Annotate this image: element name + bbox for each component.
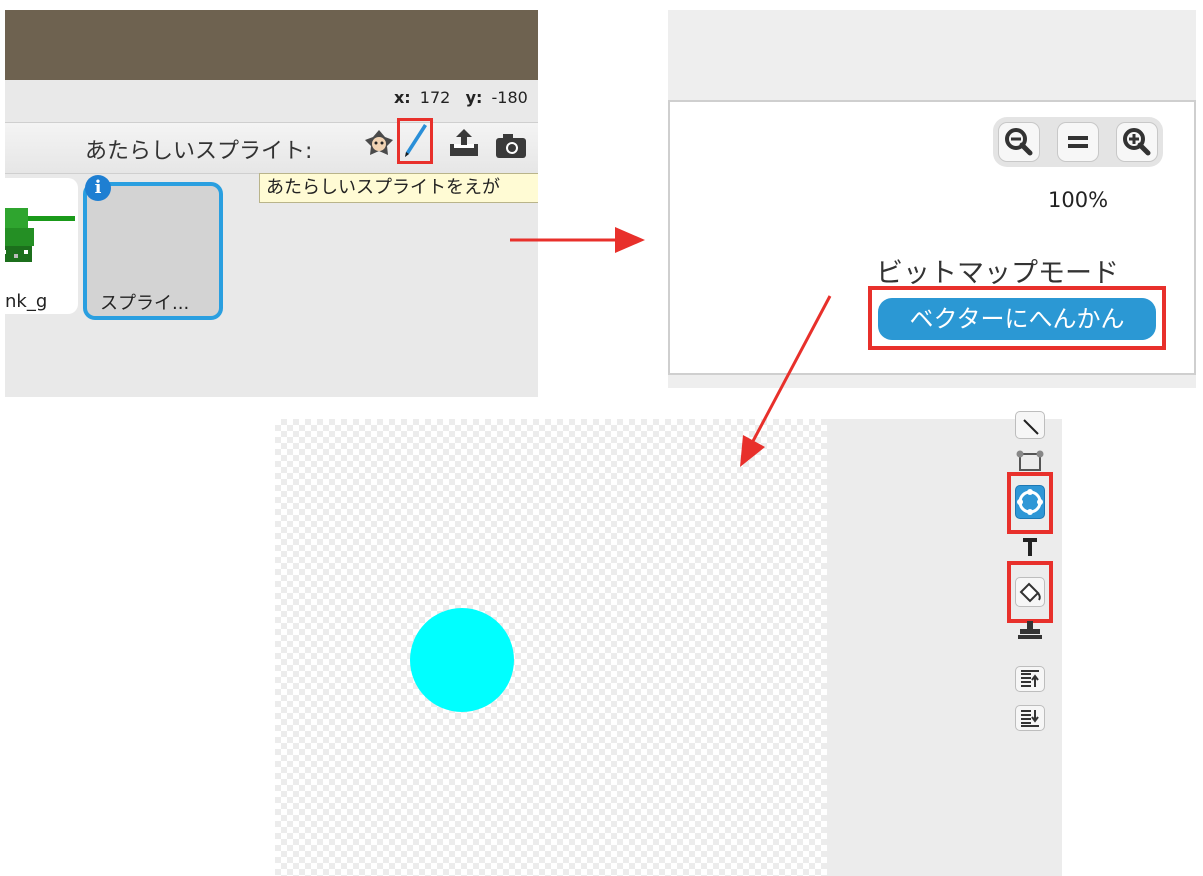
tank-sprite-image bbox=[5, 208, 75, 262]
stage-bottom-strip bbox=[5, 10, 538, 80]
y-label: y: bbox=[465, 88, 483, 107]
send-back-button[interactable] bbox=[1015, 705, 1045, 731]
rectangle-tool[interactable] bbox=[1015, 449, 1045, 473]
zoom-in-icon bbox=[1123, 128, 1151, 156]
drawing-canvas[interactable] bbox=[275, 419, 827, 876]
upload-icon[interactable] bbox=[447, 126, 481, 160]
zoom-level: 100% bbox=[1048, 188, 1109, 212]
send-back-icon bbox=[1021, 710, 1039, 727]
ellipse-tool-icon bbox=[1017, 489, 1043, 515]
sprite-pane-screenshot: x: 172 y: -180 あたらしいスプライト: あたらしいスプライトをえが bbox=[5, 10, 538, 397]
paint-brush-icon bbox=[405, 124, 427, 157]
rectangle-tool-icon bbox=[1016, 450, 1044, 471]
stamp-tool[interactable] bbox=[1015, 619, 1045, 643]
x-value: 172 bbox=[419, 88, 451, 107]
sprite-label-tank: nk_g bbox=[5, 291, 48, 312]
text-tool[interactable] bbox=[1015, 536, 1045, 558]
text-tool-icon bbox=[1023, 538, 1037, 556]
y-value: -180 bbox=[491, 88, 528, 107]
stamp-tool-icon bbox=[1018, 621, 1042, 639]
sprite-library-icon[interactable] bbox=[363, 128, 395, 160]
bitmap-mode-label: ビットマップモード bbox=[876, 258, 1119, 289]
fill-tool-icon bbox=[1019, 582, 1041, 603]
tool-panel bbox=[827, 411, 1062, 876]
x-label: x: bbox=[393, 88, 411, 107]
zoom-reset-button[interactable] bbox=[1057, 122, 1099, 162]
fill-tool[interactable] bbox=[1015, 577, 1045, 607]
bring-front-icon bbox=[1021, 670, 1039, 687]
convert-to-vector-button[interactable]: ベクターにへんかん bbox=[878, 298, 1156, 340]
mouse-coordinates: x: 172 y: -180 bbox=[5, 88, 538, 118]
tooltip: あたらしいスプライトをえが bbox=[259, 173, 538, 203]
info-icon[interactable]: i bbox=[85, 175, 111, 201]
bring-front-button[interactable] bbox=[1015, 666, 1045, 692]
canvas-screenshot bbox=[275, 411, 1062, 876]
camera-icon[interactable] bbox=[494, 130, 528, 160]
line-tool[interactable] bbox=[1015, 411, 1045, 439]
zoom-out-button[interactable] bbox=[998, 122, 1040, 162]
cyan-circle[interactable] bbox=[410, 608, 514, 712]
paint-editor-screenshot: 100% ビットマップモード ベクターにへんかん bbox=[668, 10, 1196, 388]
zoom-in-button[interactable] bbox=[1116, 122, 1158, 162]
line-tool-icon bbox=[1023, 419, 1039, 435]
paint-new-sprite-button[interactable] bbox=[397, 118, 433, 164]
zoom-reset-icon bbox=[1068, 136, 1088, 148]
ellipse-tool[interactable] bbox=[1015, 485, 1045, 519]
zoom-out-icon bbox=[1005, 128, 1033, 156]
sprite-label-new: スプライ... bbox=[100, 293, 190, 314]
new-sprite-label: あたらしいスプライト: bbox=[85, 139, 313, 164]
